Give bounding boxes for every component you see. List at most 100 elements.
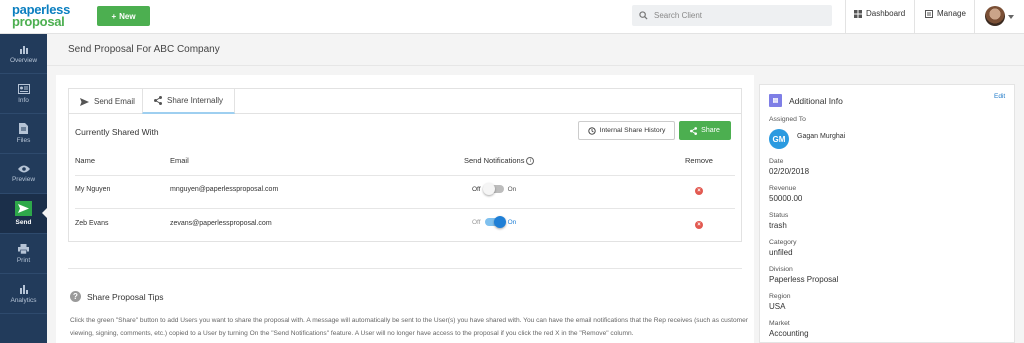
remove-icon[interactable]: ×: [695, 221, 703, 229]
field-label: Status: [769, 212, 789, 219]
assigned-label: Assigned To: [769, 116, 806, 123]
field-label: Market: [769, 320, 790, 327]
new-button[interactable]: + New: [97, 6, 150, 26]
column-header-email: Email: [170, 156, 189, 165]
row-name: My Nguyen: [75, 186, 111, 193]
row-name: Zeb Evans: [75, 220, 109, 227]
column-header-remove: Remove: [685, 156, 713, 165]
assignee-name: Gagan Murghai: [797, 133, 846, 140]
tips-title: Share Proposal Tips: [87, 291, 164, 302]
tab-bar: Send Email Share Internally: [69, 89, 741, 114]
toggle-knob: [493, 216, 506, 228]
remove-icon[interactable]: ×: [695, 187, 703, 195]
field-label: Category: [769, 239, 797, 246]
dashboard-icon: [854, 9, 862, 18]
field-value: USA: [769, 302, 786, 311]
row-email: mnguyen@paperlessproposal.com: [170, 186, 279, 193]
section-divider: [68, 268, 742, 269]
bar-chart-icon: [19, 45, 28, 54]
column-header-notifications: Send Notifications i: [464, 156, 535, 165]
tab-label: Share Internally: [167, 96, 224, 105]
row-divider: [75, 175, 735, 176]
printer-icon: [18, 243, 29, 254]
dashboard-link[interactable]: Dashboard: [854, 9, 905, 18]
field-label: Division: [769, 266, 793, 273]
share-card: Send Email Share Internally Currently Sh…: [68, 88, 742, 242]
history-icon: [587, 126, 596, 135]
sidebar-item-overview[interactable]: Overview: [0, 34, 47, 74]
page-title: Send Proposal For ABC Company: [68, 44, 220, 55]
manage-icon: [925, 9, 933, 18]
plus-icon: +: [111, 11, 117, 21]
field-value: 02/20/2018: [769, 167, 810, 176]
user-avatar[interactable]: [985, 6, 1005, 26]
manage-label: Manage: [937, 9, 966, 18]
sidebar-item-label: Send: [15, 219, 32, 226]
assignee-avatar: GM: [769, 129, 789, 149]
field-label: Region: [769, 293, 791, 300]
search-box[interactable]: [632, 5, 832, 26]
tab-label: Send Email: [94, 97, 135, 106]
main-panel: Send Email Share Internally Currently Sh…: [56, 75, 754, 343]
info-icon[interactable]: i: [526, 156, 535, 165]
toggle-off-label: Off: [472, 218, 481, 226]
section-title: Currently Shared With: [75, 127, 159, 137]
sidebar-item-analytics[interactable]: Analytics: [0, 274, 47, 314]
divider: [974, 0, 975, 34]
info-card-icon: ▤: [769, 94, 782, 107]
info-heading: ▤ Additional Info: [769, 94, 843, 107]
search-input[interactable]: [654, 11, 824, 20]
app-logo[interactable]: paperless proposal: [12, 3, 70, 29]
divider: [845, 0, 846, 34]
dashboard-label: Dashboard: [866, 9, 906, 18]
logo-text-line2: proposal: [12, 14, 65, 29]
top-bar: paperless proposal + New Dashboard Manag…: [0, 0, 1024, 34]
tab-share-internally[interactable]: Share Internally: [142, 89, 236, 114]
sidebar-item-info[interactable]: Info: [0, 74, 47, 114]
info-title: Additional Info: [789, 95, 843, 106]
tab-send-email[interactable]: Send Email: [69, 89, 146, 114]
analytics-icon: [19, 284, 28, 294]
sidebar-item-send[interactable]: Send: [0, 194, 48, 234]
sidebar-item-label: Preview: [11, 175, 36, 183]
tips-heading: ? Share Proposal Tips: [70, 291, 164, 302]
field-value: unfiled: [769, 248, 793, 257]
notification-toggle[interactable]: Off On: [472, 216, 516, 228]
manage-link[interactable]: Manage: [925, 9, 966, 18]
edit-link[interactable]: Edit: [994, 93, 1005, 100]
notification-toggle[interactable]: Off On: [472, 183, 516, 195]
toggle-switch[interactable]: [484, 216, 506, 228]
field-value: 50000.00: [769, 194, 803, 203]
field-value: Paperless Proposal: [769, 275, 839, 284]
file-icon: [19, 123, 28, 134]
active-indicator: [42, 207, 48, 219]
share-button-label: Share: [701, 127, 720, 134]
sidebar-item-label: Files: [16, 137, 31, 144]
new-button-label: New: [119, 11, 136, 21]
row-email: zevans@paperlessproposal.com: [170, 220, 272, 227]
divider: [914, 0, 915, 34]
toggle-switch[interactable]: [482, 183, 504, 195]
toggle-off-label: Off: [472, 185, 481, 193]
history-button-label: Internal Share History: [599, 127, 666, 134]
share-button[interactable]: Share: [679, 121, 731, 140]
internal-share-history-button[interactable]: Internal Share History: [578, 121, 675, 140]
sidebar-item-print[interactable]: Print: [0, 234, 47, 274]
id-card-icon: [17, 83, 30, 94]
paper-plane-icon: [80, 97, 89, 106]
tips-text: Click the green "Share" button to add Us…: [70, 317, 748, 337]
sidebar-item-label: Overview: [9, 56, 38, 64]
sidebar-item-label: Info: [18, 96, 29, 104]
sidebar-item-files[interactable]: Files: [0, 114, 47, 154]
column-header-label: Send Notifications: [464, 156, 525, 165]
chevron-down-icon[interactable]: [1008, 15, 1014, 19]
sidebar-item-preview[interactable]: Preview: [0, 154, 47, 194]
field-label: Date: [769, 158, 784, 165]
send-icon: [15, 201, 32, 216]
share-icon: [154, 96, 162, 105]
question-icon: ?: [70, 291, 81, 302]
additional-info-panel: ▤ Additional Info Edit Assigned To GM Ga…: [759, 84, 1015, 343]
sidebar-item-label: Analytics: [10, 296, 37, 304]
sidebar-item-label: Print: [16, 256, 31, 264]
field-label: Revenue: [769, 185, 797, 192]
